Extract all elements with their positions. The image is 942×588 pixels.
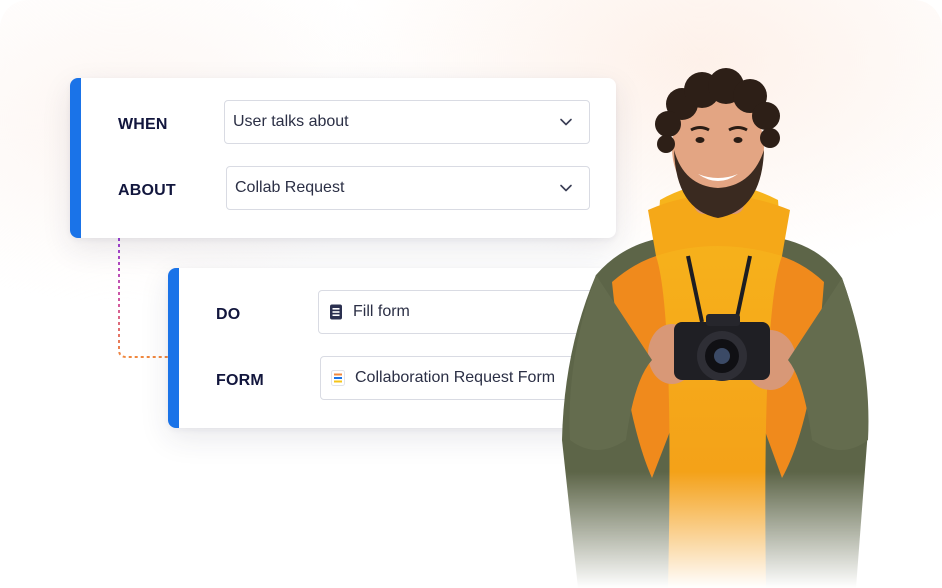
flow-connector — [118, 238, 170, 358]
document-icon — [330, 304, 342, 320]
person-with-camera-illustration — [556, 60, 876, 588]
about-select[interactable]: Collab Request — [226, 166, 590, 210]
about-select-value: Collab Request — [235, 179, 345, 196]
card-accent-bar — [168, 268, 179, 428]
action-card: DO Fill form FORM Collaboration Request … — [168, 268, 608, 428]
when-select[interactable]: User talks about — [224, 100, 590, 144]
do-label: DO — [216, 306, 241, 323]
trigger-card: WHEN User talks about ABOUT Collab Reque… — [70, 78, 616, 238]
when-label: WHEN — [118, 116, 168, 133]
when-select-value: User talks about — [233, 113, 349, 130]
form-icon — [331, 370, 345, 386]
about-label: ABOUT — [118, 182, 176, 199]
do-select-value: Fill form — [353, 303, 410, 320]
form-select-value: Collaboration Request Form — [355, 369, 556, 386]
form-label: FORM — [216, 372, 264, 389]
card-accent-bar — [70, 78, 81, 238]
